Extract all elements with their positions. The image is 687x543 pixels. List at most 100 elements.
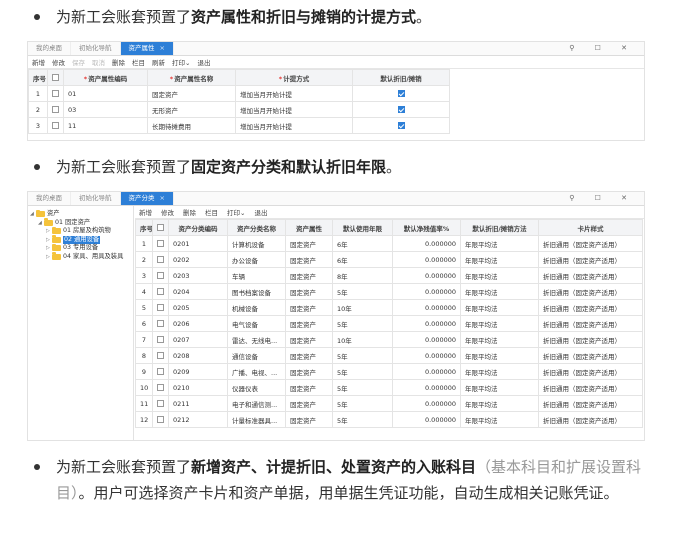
table-row[interactable]: 2 0202 办公设备 固定资产 6年 0.000000 年限平均法 折旧通用（固定资产适用） — [135, 251, 643, 268]
toolbar-button[interactable]: 取消 — [92, 57, 105, 67]
row-select[interactable] — [152, 363, 169, 380]
close-icon[interactable]: × — [160, 194, 165, 202]
row-select[interactable] — [47, 85, 64, 102]
tab[interactable]: 我的桌面 — [28, 42, 71, 55]
row-select[interactable] — [152, 267, 169, 284]
row-select[interactable] — [152, 251, 169, 268]
row-select[interactable] — [152, 331, 169, 348]
toolbar-button[interactable]: 刷新 — [152, 57, 165, 67]
row-select[interactable] — [152, 347, 169, 364]
table-row[interactable]: 9 0209 广播、电视、... 固定资产 5年 0.000000 年限平均法 折旧通用（固定… — [135, 363, 643, 380]
table-row[interactable]: 10 0210 仪器仪表 固定资产 5年 0.000000 年限平均法 折旧通用（固定资产适用… — [135, 379, 643, 396]
table-row[interactable]: 2 03 无形资产 增加当月开始计提 — [28, 101, 450, 118]
depreciation-method: 年限平均法 — [460, 331, 539, 348]
checkbox[interactable] — [157, 256, 164, 263]
tree-node[interactable]: ▷ 02 通用设备 — [30, 235, 131, 244]
tree-node[interactable]: ▷ 01 房屋及构筑物 — [30, 226, 131, 236]
row-select[interactable] — [152, 411, 169, 428]
checkbox[interactable] — [52, 74, 59, 81]
table-row[interactable]: 1 01 固定资产 增加当月开始计提 — [28, 85, 450, 102]
table-row[interactable]: 5 0205 机械设备 固定资产 10年 0.000000 年限平均法 折旧通用（固定资产适用… — [135, 299, 643, 316]
toolbar-button[interactable]: 打印⌄ — [227, 207, 245, 217]
checkbox-checked[interactable] — [397, 90, 405, 97]
tab[interactable]: 资产分类 × — [120, 192, 174, 205]
residual-rate: 0.000000 — [392, 411, 461, 428]
table-row[interactable]: 3 0203 车辆 固定资产 8年 0.000000 年限平均法 折旧通用（固定资产适用） — [135, 267, 643, 284]
toolbar-button[interactable]: 删除 — [112, 57, 125, 67]
residual-rate: 0.000000 — [392, 299, 461, 316]
tab-bar: 我的桌面 初始化导航 资产分类 × ⚲ ☐ ✕ — [28, 192, 644, 206]
attr-code: 11 — [63, 117, 148, 134]
table-row[interactable]: 8 0208 通信设备 固定资产 5年 0.000000 年限平均法 折旧通用（固定资产适用） — [135, 347, 643, 364]
row-select[interactable] — [152, 299, 169, 316]
window-controls[interactable]: ⚲ ☐ ✕ — [569, 192, 636, 205]
row-select[interactable] — [152, 235, 169, 252]
checkbox[interactable] — [157, 272, 164, 279]
tree-node[interactable]: ▷ 04 家具、用具及装具 — [30, 252, 131, 262]
row-select[interactable] — [47, 117, 64, 134]
checkbox[interactable] — [157, 288, 164, 295]
toolbar-button[interactable]: 删除 — [183, 207, 196, 217]
checkbox[interactable] — [52, 90, 59, 97]
column-header: *资产属性编码 — [63, 69, 148, 86]
tab[interactable]: 资产属性 × — [120, 42, 174, 55]
row-select[interactable] — [152, 283, 169, 300]
category-name: 图书档案设备 — [227, 283, 286, 300]
row-select[interactable] — [152, 315, 169, 332]
table-row[interactable]: 11 0211 电子和通信测... 固定资产 5年 0.000000 年限平均法 折旧通用（固… — [135, 395, 643, 412]
toolbar-button[interactable]: 栏目 — [132, 57, 145, 67]
column-header-label: 默认折旧/摊销方法 — [472, 224, 527, 233]
row-select[interactable] — [47, 101, 64, 118]
checkbox[interactable] — [157, 416, 164, 423]
checkbox[interactable] — [52, 106, 59, 113]
table-row[interactable]: 12 0212 计量标准器具... 固定资产 5年 0.000000 年限平均法 折旧通用（固… — [135, 411, 643, 428]
toolbar-button[interactable]: 打印⌄ — [172, 57, 190, 67]
residual-rate: 0.000000 — [392, 267, 461, 284]
checkbox[interactable] — [157, 320, 164, 327]
toolbar-button[interactable]: 修改 — [52, 57, 65, 67]
checkbox[interactable] — [157, 240, 164, 247]
toolbar-button[interactable]: 退出 — [254, 207, 267, 217]
row-select[interactable] — [152, 395, 169, 412]
table-row[interactable]: 1 0201 计算机设备 固定资产 6年 0.000000 年限平均法 折旧通用（固定资产适用… — [135, 235, 643, 252]
toolbar-button[interactable]: 保存 — [72, 57, 85, 67]
checkbox-checked[interactable] — [397, 106, 405, 113]
default-depreciation[interactable] — [352, 85, 450, 102]
tab[interactable]: 初始化导航 — [71, 42, 121, 55]
checkbox[interactable] — [157, 336, 164, 343]
table-row[interactable]: 7 0207 雷达、无线电... 固定资产 10年 0.000000 年限平均法 折旧通用（固… — [135, 331, 643, 348]
checkbox[interactable] — [157, 352, 164, 359]
toolbar: 新增 修改 删除 栏目 打印⌄ 退出 — [135, 206, 644, 219]
default-depreciation[interactable] — [352, 117, 450, 134]
default-depreciation[interactable] — [352, 101, 450, 118]
checkbox[interactable] — [52, 122, 59, 129]
table-row[interactable]: 6 0206 电气设备 固定资产 5年 0.000000 年限平均法 折旧通用（固定资产适用） — [135, 315, 643, 332]
asset-attribute: 固定资产 — [285, 347, 333, 364]
row-select[interactable] — [152, 379, 169, 396]
checkbox[interactable] — [157, 368, 164, 375]
folder-icon — [36, 209, 45, 218]
row-seq: 3 — [135, 267, 153, 284]
table-row[interactable]: 4 0204 图书档案设备 固定资产 5年 0.000000 年限平均法 折旧通用（固定资产适… — [135, 283, 643, 300]
close-icon[interactable]: × — [160, 44, 165, 52]
toolbar-button[interactable]: 退出 — [197, 57, 210, 67]
toolbar-button[interactable]: 修改 — [161, 207, 174, 217]
checkbox[interactable] — [157, 224, 164, 231]
checkbox[interactable] — [157, 384, 164, 391]
tab[interactable]: 初始化导航 — [71, 192, 121, 205]
tree-node[interactable]: ◢ 资产 — [30, 209, 131, 219]
checkbox[interactable] — [157, 400, 164, 407]
tree-node[interactable]: ▷ 03 专用设备 — [30, 243, 131, 253]
tab-label: 我的桌面 — [36, 194, 62, 202]
checkbox[interactable] — [157, 304, 164, 311]
column-header-label: 序号 — [33, 74, 46, 83]
window-controls[interactable]: ⚲ ☐ ✕ — [569, 42, 636, 55]
tree-node[interactable]: ◢ 01 固定资产 — [30, 218, 131, 228]
checkbox-checked[interactable] — [397, 122, 405, 129]
table-row[interactable]: 3 11 长期待摊费用 增加当月开始计提 — [28, 117, 450, 134]
toolbar-button[interactable]: 新增 — [32, 57, 45, 67]
toolbar-button[interactable]: 新增 — [139, 207, 152, 217]
required-mark: * — [83, 74, 88, 83]
toolbar-button[interactable]: 栏目 — [205, 207, 218, 217]
tab[interactable]: 我的桌面 — [28, 192, 71, 205]
